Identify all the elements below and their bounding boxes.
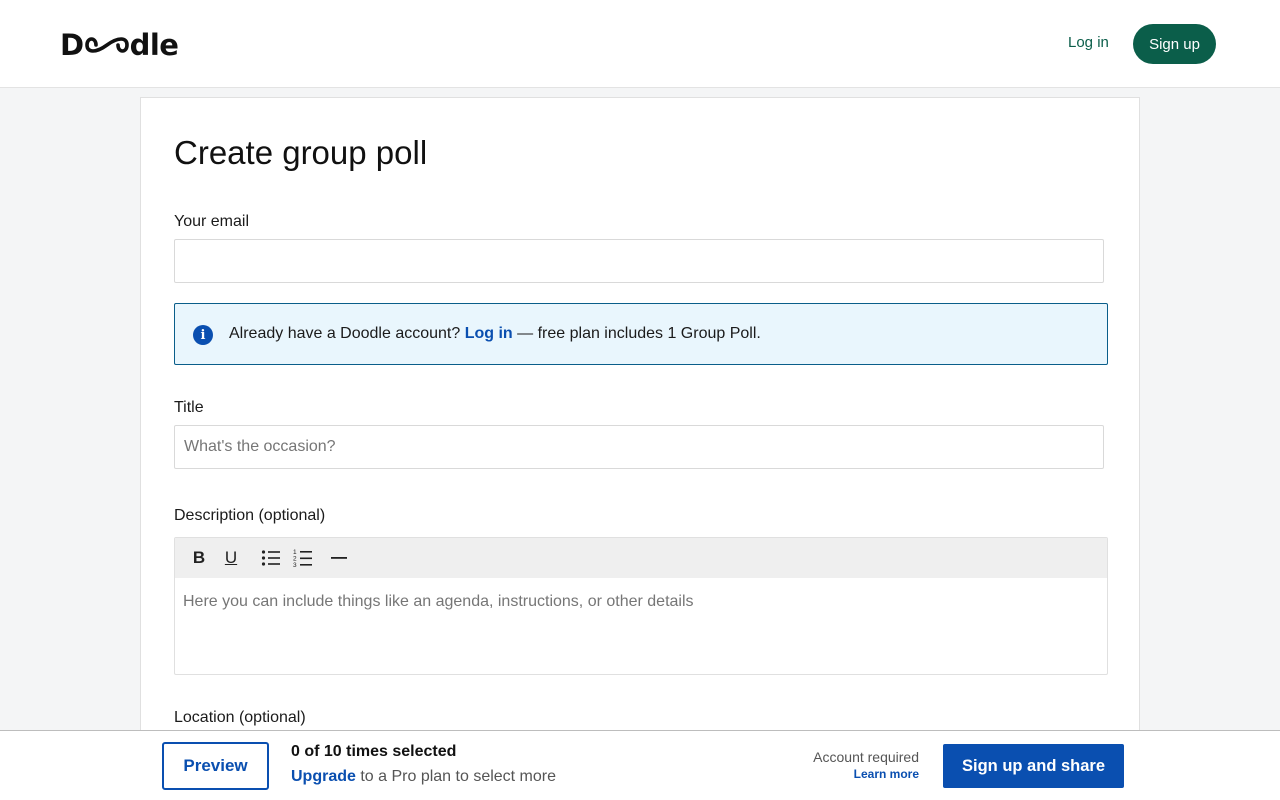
header-login-link[interactable]: Log in <box>1068 34 1109 51</box>
bold-icon[interactable]: B <box>187 546 211 570</box>
sign-up-and-share-button[interactable]: Sign up and share <box>943 744 1124 788</box>
title-label: Title <box>174 399 204 416</box>
email-label: Your email <box>174 213 250 230</box>
logo-letter-d: D <box>60 28 84 62</box>
header-signup-button[interactable]: Sign up <box>1133 24 1216 64</box>
times-selected-count: 0 of 10 times selected <box>291 743 457 760</box>
info-text: Already have a Doodle account? Log in — … <box>229 325 761 343</box>
editor-toolbar: B U 1 2 3 <box>175 538 1107 578</box>
page-title: Create group poll <box>174 134 428 171</box>
bottom-action-bar: Preview 0 of 10 times selected Upgrade t… <box>0 730 1280 800</box>
info-login-link[interactable]: Log in <box>465 325 513 342</box>
upgrade-link[interactable]: Upgrade <box>291 768 356 785</box>
bullet-list-icon[interactable] <box>259 546 283 570</box>
logo-infinity-icon <box>84 37 129 53</box>
info-icon: i <box>193 325 213 345</box>
description-label: Description (optional) <box>174 507 326 524</box>
numbered-list-icon[interactable]: 1 2 3 <box>291 546 315 570</box>
horizontal-rule-icon[interactable] <box>327 546 351 570</box>
location-label: Location (optional) <box>174 709 306 726</box>
logo-letters-dle: dle <box>129 28 179 62</box>
horizontal-rule-svg <box>331 557 347 559</box>
numbered-list-svg: 1 2 3 <box>293 549 312 568</box>
info-text-before: Already have a Doodle account? <box>229 325 465 342</box>
learn-more-link[interactable]: Learn more <box>780 767 919 781</box>
description-placeholder[interactable]: Here you can include things like an agen… <box>183 593 694 611</box>
top-header: D dle Log in Sign up <box>0 0 1280 88</box>
upgrade-text: to a Pro plan to select more <box>355 768 557 785</box>
bullet-list-svg <box>261 550 280 566</box>
email-field[interactable] <box>174 239 1104 283</box>
doodle-logo[interactable]: D dle <box>60 28 179 62</box>
info-text-after: — free plan includes 1 Group Poll. <box>512 325 761 342</box>
description-editor[interactable]: B U 1 2 3 Here you can include things li… <box>174 537 1108 675</box>
upgrade-line: Upgrade to a Pro plan to select more <box>291 768 556 786</box>
preview-button[interactable]: Preview <box>162 742 269 790</box>
underline-icon[interactable]: U <box>219 546 243 570</box>
svg-text:3: 3 <box>293 562 297 568</box>
login-info-banner: i Already have a Doodle account? Log in … <box>174 303 1108 365</box>
title-input[interactable] <box>174 425 1104 469</box>
account-required-text: Account required <box>813 749 919 765</box>
create-poll-card: Create group poll Your email i Already h… <box>140 97 1140 737</box>
